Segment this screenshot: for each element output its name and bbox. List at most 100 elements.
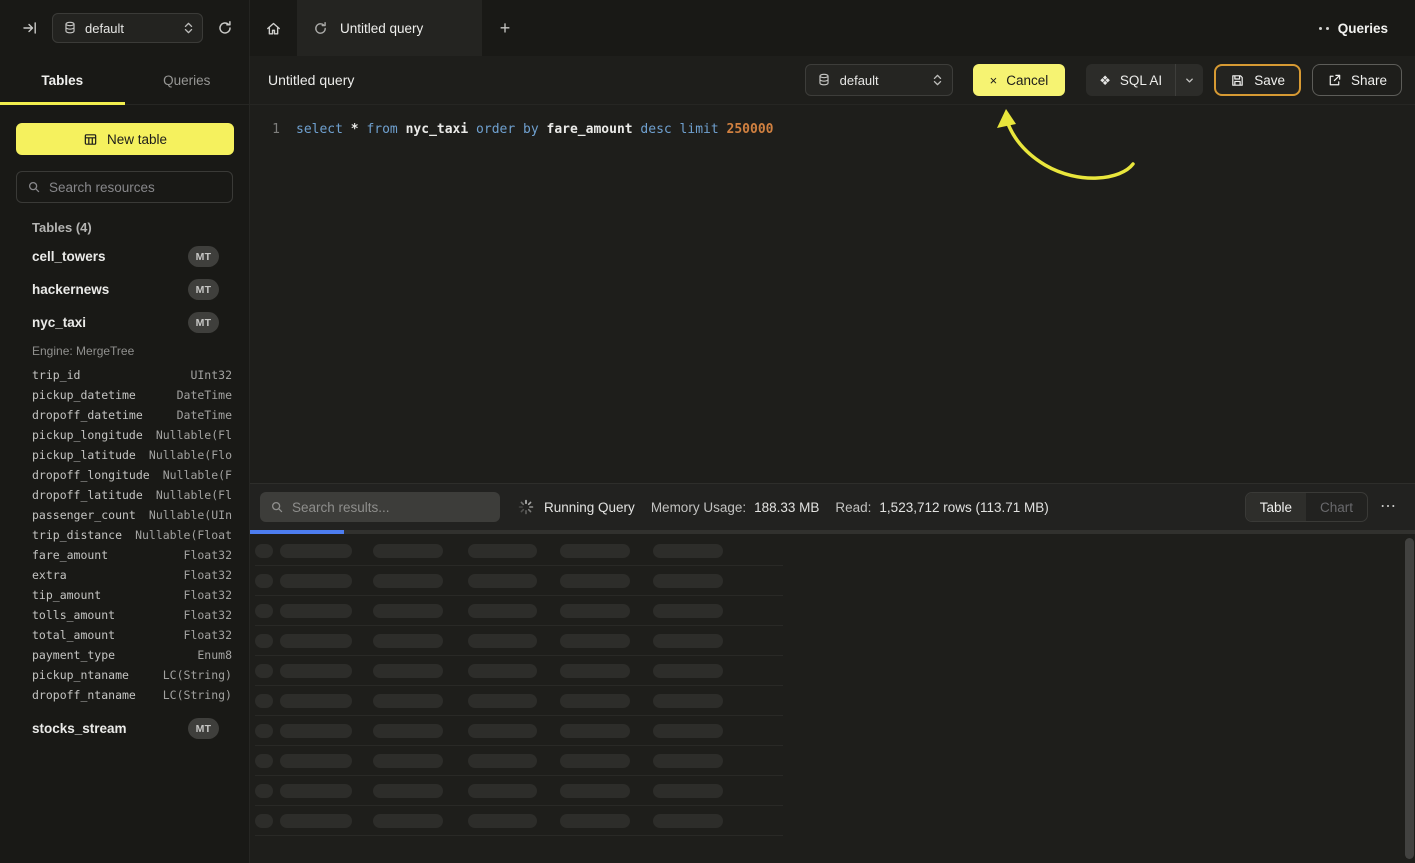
topbar-left: default — [0, 0, 250, 56]
column-name: tolls_amount — [32, 608, 115, 622]
column-name: total_amount — [32, 628, 115, 642]
queries-link[interactable]: Queries — [1338, 21, 1388, 36]
sql-ai-main[interactable]: ❖ SQL AI — [1086, 64, 1175, 96]
column-row[interactable]: pickup_datetime DateTime — [0, 385, 249, 405]
column-row[interactable]: pickup_latitude Nullable(Flo — [0, 445, 249, 465]
query-running-loader-icon — [313, 21, 328, 36]
skeleton-cell — [280, 784, 352, 798]
skeleton-cell — [560, 664, 630, 678]
query-progress-track — [250, 530, 1415, 534]
new-tab-button[interactable]: + — [482, 0, 528, 56]
skeleton-row — [255, 746, 783, 776]
skeleton-cell — [255, 634, 273, 648]
column-type: DateTime — [177, 388, 232, 402]
skeleton-cell — [653, 574, 723, 588]
new-table-label: New table — [107, 132, 167, 147]
sql-ai-button[interactable]: ❖ SQL AI — [1086, 64, 1203, 96]
line-number: 1 — [266, 119, 280, 141]
column-row[interactable]: trip_distance Nullable(Float — [0, 525, 249, 545]
sql-ai-dropdown[interactable] — [1176, 64, 1203, 96]
resource-search — [16, 171, 233, 203]
table-row-stocks-stream[interactable]: stocks_stream MT — [0, 712, 249, 745]
sidebar: Tables Queries New table Tables (4) cell… — [0, 56, 250, 863]
resource-search-input[interactable] — [49, 180, 226, 195]
column-name: dropoff_ntaname — [32, 688, 136, 702]
sql-ai-label: SQL AI — [1120, 73, 1162, 88]
column-row[interactable]: trip_id UInt32 — [0, 365, 249, 385]
skeleton-cell — [653, 664, 723, 678]
skeleton-row — [255, 656, 783, 686]
save-button[interactable]: Save — [1214, 64, 1301, 96]
skeleton-cell — [560, 574, 630, 588]
view-toggle-chart[interactable]: Chart — [1306, 493, 1367, 521]
column-row[interactable]: dropoff_longitude Nullable(F — [0, 465, 249, 485]
sidebar-tab-tables[interactable]: Tables — [0, 56, 125, 104]
column-type: Nullable(Flo — [149, 448, 232, 462]
share-button[interactable]: Share — [1312, 64, 1402, 96]
results-menu-button[interactable]: ⋯ — [1380, 499, 1396, 515]
results-search-input[interactable] — [292, 500, 490, 515]
view-toggle: Table Chart — [1245, 492, 1368, 522]
column-row[interactable]: tip_amount Float32 — [0, 585, 249, 605]
column-type: Float32 — [184, 608, 232, 622]
refresh-button[interactable] — [213, 16, 237, 40]
column-row[interactable]: passenger_count Nullable(UIn — [0, 505, 249, 525]
save-label: Save — [1254, 73, 1285, 88]
database-selector[interactable]: default — [52, 13, 203, 43]
results-toolbar: Running Query Memory Usage: 188.33 MB Re… — [250, 483, 1415, 530]
skeleton-cell — [468, 814, 537, 828]
table-row-cell-towers[interactable]: cell_towers MT — [0, 240, 249, 273]
sidebar-collapse-icon — [22, 20, 38, 36]
sidebar-collapse-button[interactable] — [18, 16, 42, 40]
skeleton-cell — [468, 664, 537, 678]
table-row-nyc-taxi[interactable]: nyc_taxi MT — [0, 306, 249, 339]
skeleton-row — [255, 686, 783, 716]
database-icon — [63, 21, 77, 35]
refresh-icon — [217, 20, 233, 36]
column-row[interactable]: dropoff_datetime DateTime — [0, 405, 249, 425]
tab-untitled-query[interactable]: Untitled query — [297, 0, 482, 56]
new-table-button[interactable]: New table — [16, 123, 234, 155]
skeleton-cell — [560, 544, 630, 558]
column-row[interactable]: payment_type Enum8 — [0, 645, 249, 665]
engine-badge: MT — [188, 312, 219, 333]
cancel-button[interactable]: × Cancel — [973, 64, 1066, 96]
skeleton-cell — [468, 754, 537, 768]
engine-detail: Engine: MergeTree — [0, 341, 249, 361]
query-database-selector[interactable]: default — [805, 64, 953, 96]
column-type: UInt32 — [190, 368, 232, 382]
table-grid-icon — [83, 132, 98, 147]
skeleton-cell — [373, 544, 443, 558]
sidebar-tab-queries[interactable]: Queries — [125, 56, 250, 104]
skeleton-row — [255, 566, 783, 596]
column-row[interactable]: tolls_amount Float32 — [0, 605, 249, 625]
skeleton-cell — [468, 544, 537, 558]
query-header: Untitled query default × Cancel — [250, 56, 1415, 105]
view-toggle-table[interactable]: Table — [1246, 493, 1306, 521]
query-progress-fill — [250, 530, 344, 534]
column-row[interactable]: extra Float32 — [0, 565, 249, 585]
skeleton-cell — [280, 604, 352, 618]
queries-dots-icon — [1319, 27, 1329, 30]
skeleton-cell — [280, 664, 352, 678]
column-name: pickup_ntaname — [32, 668, 129, 682]
column-row[interactable]: pickup_ntaname LC(String) — [0, 665, 249, 685]
column-row[interactable]: pickup_longitude Nullable(Fl — [0, 425, 249, 445]
home-tab-button[interactable] — [250, 0, 297, 56]
skeleton-cell — [373, 724, 443, 738]
skeleton-cell — [468, 634, 537, 648]
close-icon: × — [990, 73, 998, 88]
sparkle-icon: ❖ — [1099, 74, 1111, 87]
column-row[interactable]: fare_amount Float32 — [0, 545, 249, 565]
results-scrollbar[interactable] — [1405, 538, 1414, 859]
column-row[interactable]: dropoff_latitude Nullable(Fl — [0, 485, 249, 505]
sql-editor[interactable]: 1 select * from nyc_taxi order by fare_a… — [250, 105, 1415, 141]
table-name: stocks_stream — [32, 721, 127, 736]
column-row[interactable]: dropoff_ntaname LC(String) — [0, 685, 249, 705]
table-row-hackernews[interactable]: hackernews MT — [0, 273, 249, 306]
engine-badge: MT — [188, 246, 219, 267]
column-row[interactable]: total_amount Float32 — [0, 625, 249, 645]
column-type: Float32 — [184, 628, 232, 642]
topbar-right: Queries — [1319, 0, 1415, 56]
column-type: LC(String) — [163, 668, 232, 682]
